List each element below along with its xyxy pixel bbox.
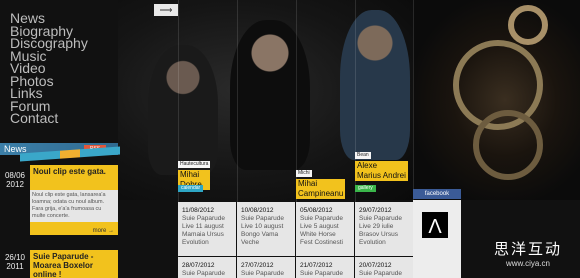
news-item: 26/10 2011 Suie Paparude - Moarea Boxelo… [0, 250, 118, 278]
sculpture-image [413, 0, 580, 200]
facebook-tab[interactable]: facebook [413, 189, 461, 199]
event-card[interactable]: 27/07/2012 Suie Paparude [237, 257, 295, 278]
news-year: 2012 [6, 180, 24, 189]
news-body: Suie Paparude - Moarea Boxelor online ! [30, 250, 118, 278]
news-item: 08/06 2012 Noul clip este gata. Noul cli… [0, 165, 118, 237]
event-description: Suie Paparude [359, 270, 403, 277]
facebook-widget: Λ [413, 200, 461, 278]
event-card[interactable]: 10/08/2012 Suie Paparude Live 10 august … [237, 202, 295, 256]
member-name: Mihai [178, 170, 211, 180]
gallery-tag[interactable]: gallery [355, 185, 376, 192]
event-description: Suie Paparude [241, 270, 285, 277]
sculpture-ring [473, 110, 543, 180]
event-date: 21/07/2012 [300, 262, 333, 269]
more-link[interactable]: more → [93, 228, 114, 234]
event-date: 27/07/2012 [241, 262, 274, 269]
event-description: Suie Paparude Live 10 august Bongo Vama … [241, 215, 285, 246]
news-day: 26/10 [4, 253, 26, 262]
watermark-url: www.ciya.cn [505, 259, 550, 268]
news-date: 08/06 2012 [0, 171, 30, 189]
event-date: 20/07/2012 [359, 262, 392, 269]
event-description: Suie Paparude [182, 270, 226, 277]
news-date: 26/10 2011 [0, 253, 30, 271]
event-date: 05/08/2012 [300, 207, 333, 214]
member-role: Hautecultura [178, 161, 211, 168]
band-member-figure-right [340, 10, 410, 160]
news-excerpt: Noul clip este gata, lansarea'a loamna; … [30, 190, 118, 222]
member-name: Mihai [296, 179, 346, 189]
member-name: Campineanu [296, 189, 346, 199]
event-card[interactable]: 29/07/2012 Suie Paparude Live 29 iulie B… [355, 202, 413, 256]
band-member-figure-middle [230, 20, 310, 170]
event-card[interactable]: 11/08/2012 Suie Paparude Live 11 august … [178, 202, 236, 256]
scroll-arrow-button[interactable]: ⟶ [154, 4, 178, 16]
calendar-tag[interactable]: calendar [178, 185, 204, 192]
main-nav: News Biography Discography Music Video P… [10, 11, 88, 124]
event-date: 28/07/2012 [182, 262, 215, 269]
event-date: 11/08/2012 [182, 207, 215, 214]
event-description: Suie Paparude Live 11 august Mamaia Ursu… [182, 215, 226, 246]
member-role: Michi [296, 170, 312, 177]
event-date: 29/07/2012 [359, 207, 392, 214]
member-label-mihai-campineanu[interactable]: Michi Mihai Campineanu [296, 161, 346, 199]
nav-item-contact[interactable]: Contact [10, 111, 88, 124]
news-body: Noul clip este gata. Noul clip este gata… [30, 165, 118, 235]
event-description: Suie Paparude Live 5 august White Horse … [300, 215, 344, 246]
event-description: Suie Paparude [300, 270, 344, 277]
member-name: Alexe [355, 161, 408, 171]
member-role: Bean [355, 152, 371, 159]
news-headline[interactable]: Suie Paparude - Moarea Boxelor online ! [33, 252, 115, 278]
event-date: 10/08/2012 [241, 207, 274, 214]
member-label-alexe-marius-andrei[interactable]: Bean Alexe Marius Andrei [355, 143, 408, 181]
member-name: Marius Andrei [355, 171, 408, 181]
event-card[interactable]: 28/07/2012 Suie Paparude [178, 257, 236, 278]
news-day: 08/06 [4, 171, 26, 180]
event-card[interactable]: 05/08/2012 Suie Paparude Live 5 august W… [296, 202, 354, 256]
event-description: Suie Paparude Live 29 iulie Brasov Ursus… [359, 215, 403, 246]
brand-logo-icon[interactable]: Λ [422, 212, 448, 238]
news-year: 2011 [6, 262, 24, 271]
news-headline[interactable]: Noul clip este gata. [33, 167, 115, 176]
watermark: 思洋互动 www.ciya.cn [478, 238, 578, 268]
watermark-text: 思洋互动 [493, 240, 562, 258]
sculpture-ring [508, 5, 548, 45]
event-card[interactable]: 21/07/2012 Suie Paparude [296, 257, 354, 278]
event-card[interactable]: 20/07/2012 Suie Paparude [355, 257, 413, 278]
